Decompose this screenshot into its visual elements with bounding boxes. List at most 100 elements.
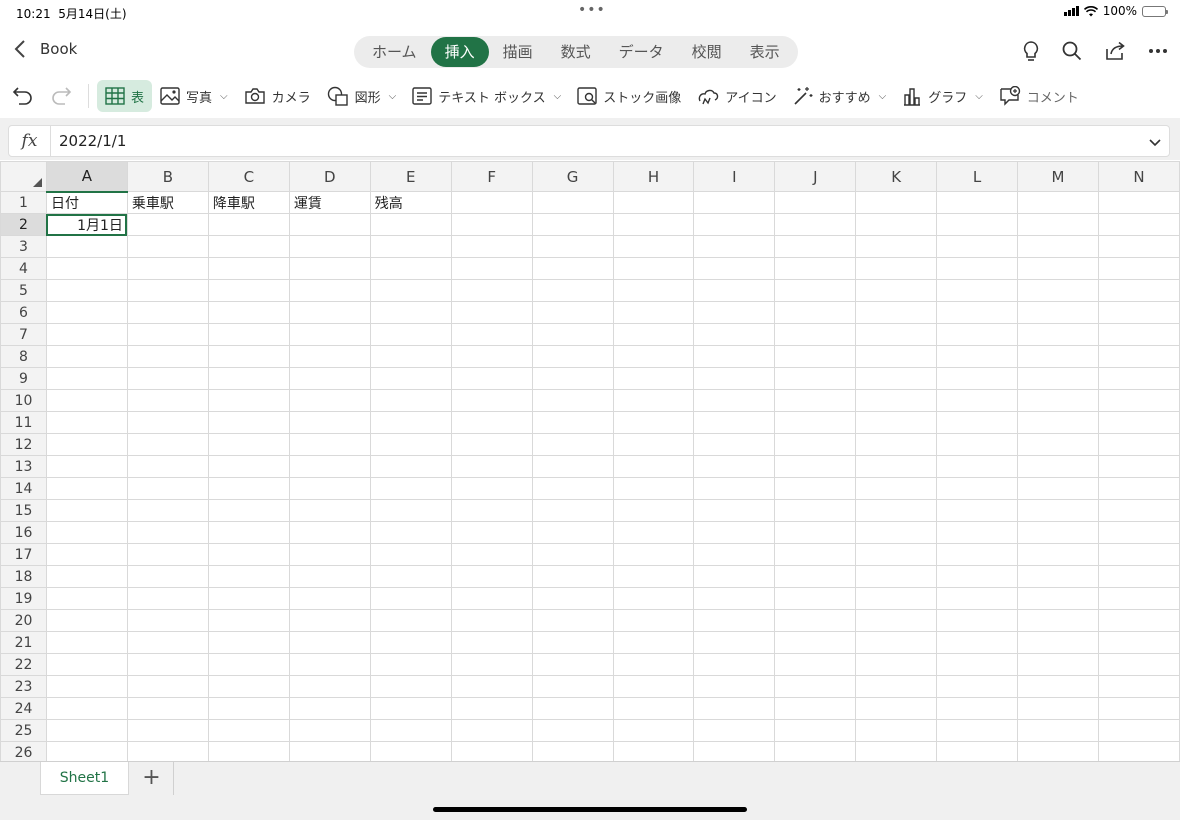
cell-g14[interactable] bbox=[531, 477, 614, 500]
cell-d21[interactable] bbox=[288, 631, 371, 654]
cell-n20[interactable] bbox=[1097, 609, 1180, 632]
cell-k25[interactable] bbox=[855, 719, 938, 742]
cell-d11[interactable] bbox=[288, 411, 371, 434]
cell-m15[interactable] bbox=[1017, 499, 1099, 522]
cell-e8[interactable] bbox=[369, 345, 452, 368]
cell-j14[interactable] bbox=[774, 477, 857, 500]
cell-a18[interactable] bbox=[45, 565, 128, 588]
cell-k22[interactable] bbox=[855, 653, 938, 676]
cell-a4[interactable] bbox=[45, 257, 128, 280]
cell-g3[interactable] bbox=[531, 235, 614, 258]
add-sheet-button[interactable]: + bbox=[130, 762, 174, 795]
cell-i14[interactable] bbox=[693, 477, 776, 500]
cell-m2[interactable] bbox=[1017, 213, 1099, 236]
cell-d19[interactable] bbox=[288, 587, 371, 610]
cell-k20[interactable] bbox=[855, 609, 938, 632]
cell-b18[interactable] bbox=[126, 565, 209, 588]
cell-m14[interactable] bbox=[1017, 477, 1099, 500]
cell-n2[interactable] bbox=[1097, 213, 1180, 236]
cell-l15[interactable] bbox=[936, 499, 1019, 522]
cell-b4[interactable] bbox=[126, 257, 209, 280]
cell-b16[interactable] bbox=[126, 521, 209, 544]
home-indicator[interactable] bbox=[433, 807, 747, 812]
cell-i25[interactable] bbox=[693, 719, 776, 742]
redo-button[interactable] bbox=[42, 80, 80, 112]
cell-a3[interactable] bbox=[45, 235, 128, 258]
cell-h10[interactable] bbox=[612, 389, 695, 412]
cell-a1[interactable]: 日付 bbox=[45, 191, 128, 214]
cell-f14[interactable] bbox=[450, 477, 533, 500]
cell-l4[interactable] bbox=[936, 257, 1019, 280]
cell-l26[interactable] bbox=[936, 741, 1019, 761]
cell-i1[interactable] bbox=[693, 191, 776, 214]
cell-j26[interactable] bbox=[774, 741, 857, 761]
cell-n12[interactable] bbox=[1097, 433, 1180, 456]
cell-n19[interactable] bbox=[1097, 587, 1180, 610]
cell-e6[interactable] bbox=[369, 301, 452, 324]
cell-n16[interactable] bbox=[1097, 521, 1180, 544]
sheet-tab-sheet1[interactable]: Sheet1 bbox=[40, 762, 129, 795]
cell-c25[interactable] bbox=[207, 719, 290, 742]
cell-c17[interactable] bbox=[207, 543, 290, 566]
cell-h21[interactable] bbox=[612, 631, 695, 654]
cell-k7[interactable] bbox=[855, 323, 938, 346]
cell-d15[interactable] bbox=[288, 499, 371, 522]
cell-a9[interactable] bbox=[45, 367, 128, 390]
cell-l21[interactable] bbox=[936, 631, 1019, 654]
cell-e11[interactable] bbox=[369, 411, 452, 434]
tab-draw[interactable]: 描画 bbox=[489, 37, 547, 67]
cell-k19[interactable] bbox=[855, 587, 938, 610]
cell-m1[interactable] bbox=[1017, 191, 1099, 214]
multitasking-dots[interactable]: ••• bbox=[578, 2, 606, 18]
cell-j11[interactable] bbox=[774, 411, 857, 434]
cell-e24[interactable] bbox=[369, 697, 452, 720]
tab-formulas[interactable]: 数式 bbox=[547, 37, 605, 67]
cell-k12[interactable] bbox=[855, 433, 938, 456]
cell-a24[interactable] bbox=[45, 697, 128, 720]
cell-h17[interactable] bbox=[612, 543, 695, 566]
cell-c16[interactable] bbox=[207, 521, 290, 544]
cell-h2[interactable] bbox=[612, 213, 695, 236]
cell-l24[interactable] bbox=[936, 697, 1019, 720]
cell-l3[interactable] bbox=[936, 235, 1019, 258]
cell-m12[interactable] bbox=[1017, 433, 1099, 456]
cell-n4[interactable] bbox=[1097, 257, 1180, 280]
cell-e21[interactable] bbox=[369, 631, 452, 654]
cell-e26[interactable] bbox=[369, 741, 452, 761]
cell-g18[interactable] bbox=[531, 565, 614, 588]
cell-k11[interactable] bbox=[855, 411, 938, 434]
cell-f15[interactable] bbox=[450, 499, 533, 522]
cell-m16[interactable] bbox=[1017, 521, 1099, 544]
cell-f11[interactable] bbox=[450, 411, 533, 434]
cell-d14[interactable] bbox=[288, 477, 371, 500]
cell-f20[interactable] bbox=[450, 609, 533, 632]
cell-b6[interactable] bbox=[126, 301, 209, 324]
cell-j9[interactable] bbox=[774, 367, 857, 390]
insert-photo-button[interactable]: 写真 ⌵ bbox=[152, 80, 236, 112]
cell-f25[interactable] bbox=[450, 719, 533, 742]
cell-e2[interactable] bbox=[369, 213, 452, 236]
cell-m22[interactable] bbox=[1017, 653, 1099, 676]
cell-h14[interactable] bbox=[612, 477, 695, 500]
cell-j12[interactable] bbox=[774, 433, 857, 456]
cell-b12[interactable] bbox=[126, 433, 209, 456]
cell-n23[interactable] bbox=[1097, 675, 1180, 698]
cell-m19[interactable] bbox=[1017, 587, 1099, 610]
cell-i16[interactable] bbox=[693, 521, 776, 544]
cell-g8[interactable] bbox=[531, 345, 614, 368]
cell-f3[interactable] bbox=[450, 235, 533, 258]
cell-e7[interactable] bbox=[369, 323, 452, 346]
cell-a23[interactable] bbox=[45, 675, 128, 698]
cell-j23[interactable] bbox=[774, 675, 857, 698]
column-header-b[interactable]: B bbox=[126, 161, 209, 192]
cell-l19[interactable] bbox=[936, 587, 1019, 610]
cell-c13[interactable] bbox=[207, 455, 290, 478]
cell-e4[interactable] bbox=[369, 257, 452, 280]
cell-i3[interactable] bbox=[693, 235, 776, 258]
cell-c4[interactable] bbox=[207, 257, 290, 280]
cell-k2[interactable] bbox=[855, 213, 938, 236]
cell-d12[interactable] bbox=[288, 433, 371, 456]
column-header-d[interactable]: D bbox=[288, 161, 371, 192]
cell-g16[interactable] bbox=[531, 521, 614, 544]
row-header-25[interactable]: 25 bbox=[0, 719, 47, 742]
